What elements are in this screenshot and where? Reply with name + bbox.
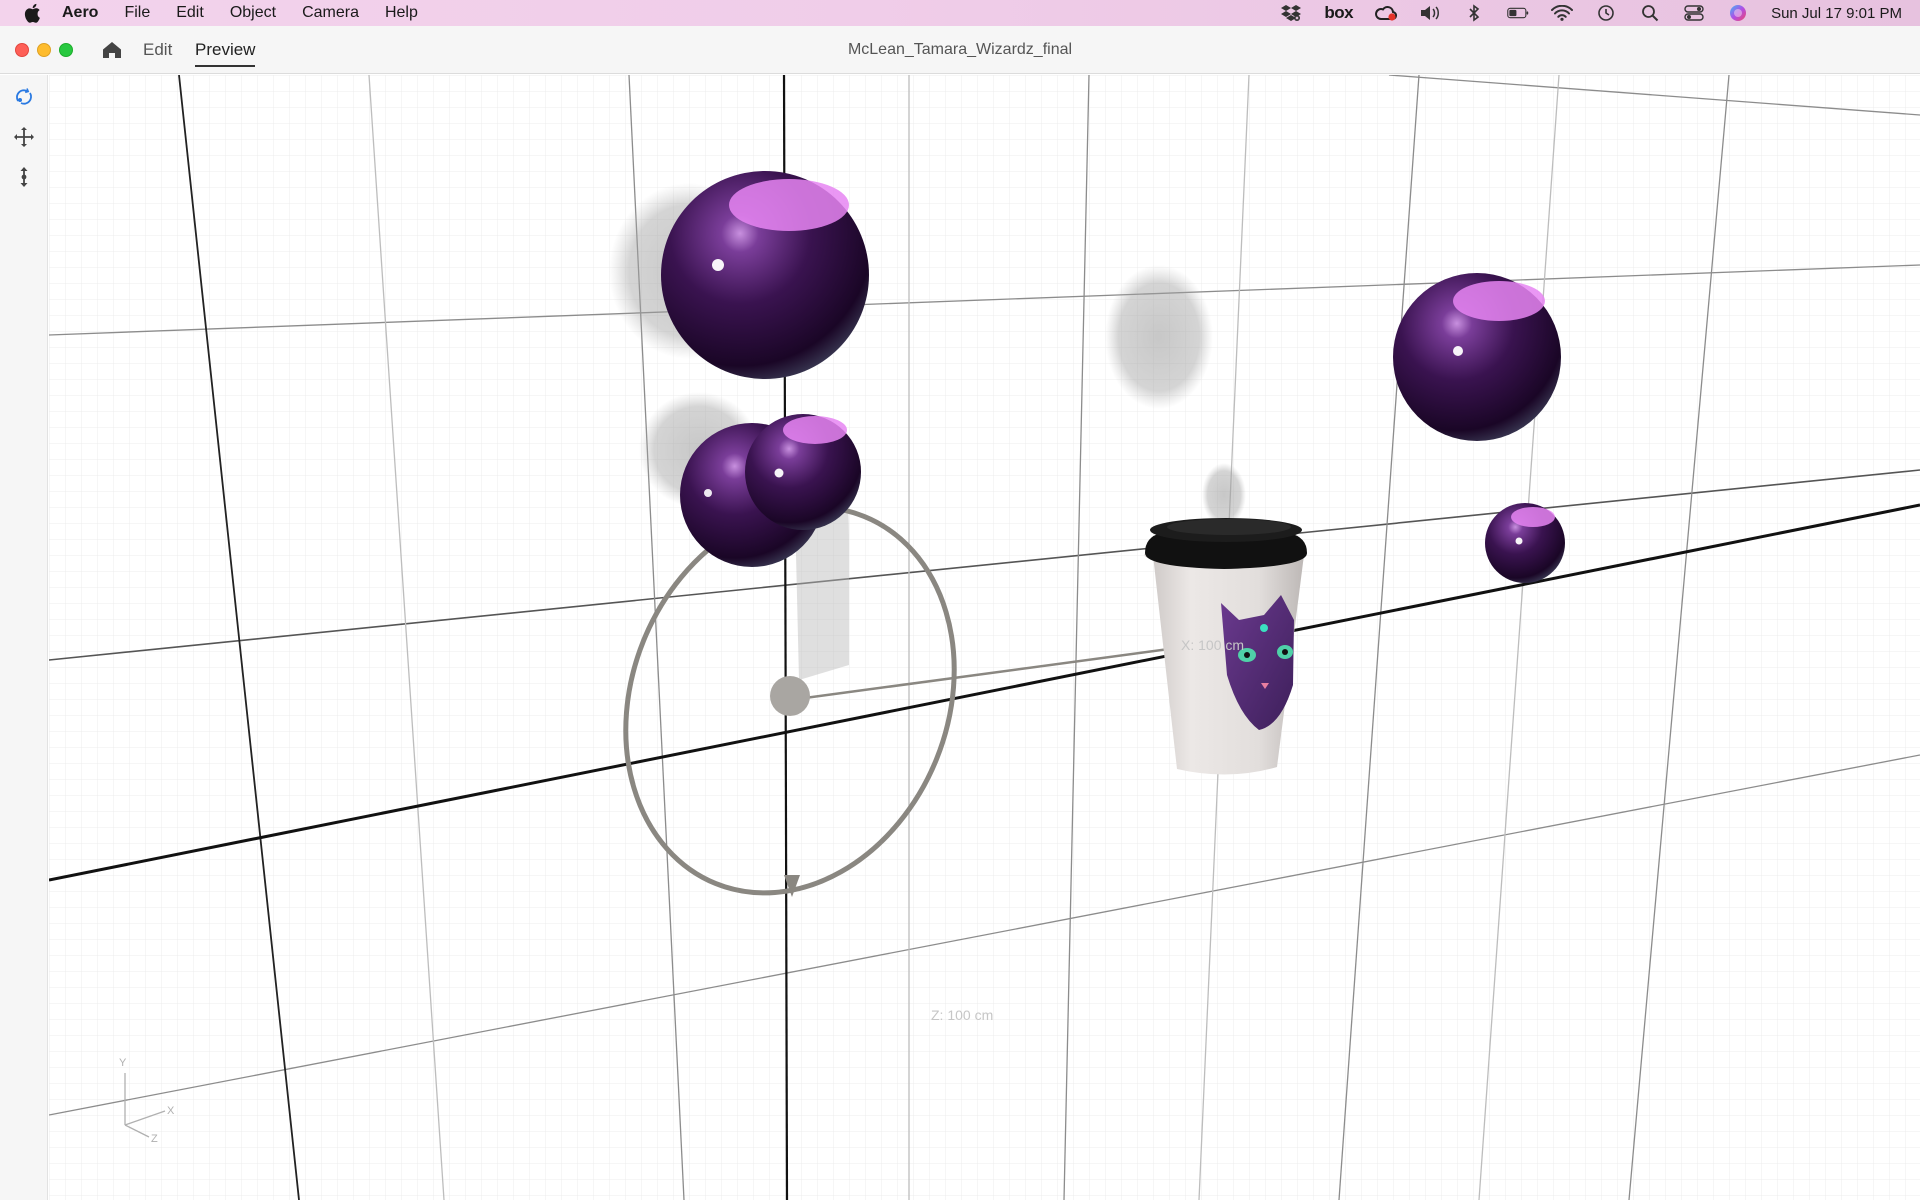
sphere[interactable] [1485,503,1565,583]
vertical-move-tool-icon [20,167,28,187]
scene-canvas[interactable] [49,75,1920,1200]
volume-icon[interactable] [1419,4,1441,22]
box-logo[interactable]: box [1324,3,1353,23]
menu-bar: Aero File Edit Object Camera Help box Su… [0,0,1920,26]
dropbox-icon[interactable] [1280,4,1302,22]
menu-help[interactable]: Help [385,4,418,22]
cup-shadow [1202,463,1246,527]
rotate-tool-icon [16,88,32,105]
app-menu[interactable]: Aero [62,4,98,22]
vertical-move-tool-button[interactable] [12,165,36,189]
siri-icon[interactable] [1727,4,1749,22]
battery-icon[interactable] [1507,4,1529,22]
menu-object[interactable]: Object [230,4,276,22]
window-title-bar: Edit Preview McLean_Tamara_Wizardz_final [0,26,1920,74]
3d-viewport[interactable]: X: 100 cm Z: 100 cm Y X Z [49,75,1920,1200]
z-dimension-label: Z: 100 cm [931,1007,994,1023]
x-dimension-label: X: 100 cm [1181,637,1245,653]
move-tool-icon [14,127,34,147]
menu-bar-clock[interactable]: Sun Jul 17 9:01 PM [1771,5,1902,22]
active-tab-indicator [195,65,256,67]
menu-file[interactable]: File [124,4,150,22]
creative-cloud-icon[interactable] [1375,4,1398,22]
time-machine-icon[interactable] [1595,4,1617,22]
left-toolbar [0,75,48,1200]
axis-label-x: X [167,1105,175,1117]
menu-camera[interactable]: Camera [302,4,359,22]
sphere-shadow [1105,265,1213,409]
control-center-icon[interactable] [1683,4,1705,22]
document-title: McLean_Tamara_Wizardz_final [847,41,1073,58]
sphere[interactable] [661,171,869,379]
wifi-icon[interactable] [1551,4,1574,22]
axis-label-z: Z [151,1133,158,1145]
move-tool-button[interactable] [12,125,36,149]
apple-icon[interactable] [22,3,42,23]
sphere[interactable] [1393,273,1561,441]
bluetooth-icon[interactable] [1463,4,1485,22]
spotlight-search-icon[interactable] [1639,4,1661,22]
menu-edit[interactable]: Edit [176,4,204,22]
rotate-tool-button[interactable] [12,85,36,109]
axis-label-y: Y [119,1057,127,1069]
status-area: box Sun Jul 17 9:01 PM [1280,0,1902,26]
grid-fine [49,75,1920,1200]
gizmo-center-handle[interactable] [770,676,810,716]
sphere[interactable] [745,414,861,530]
